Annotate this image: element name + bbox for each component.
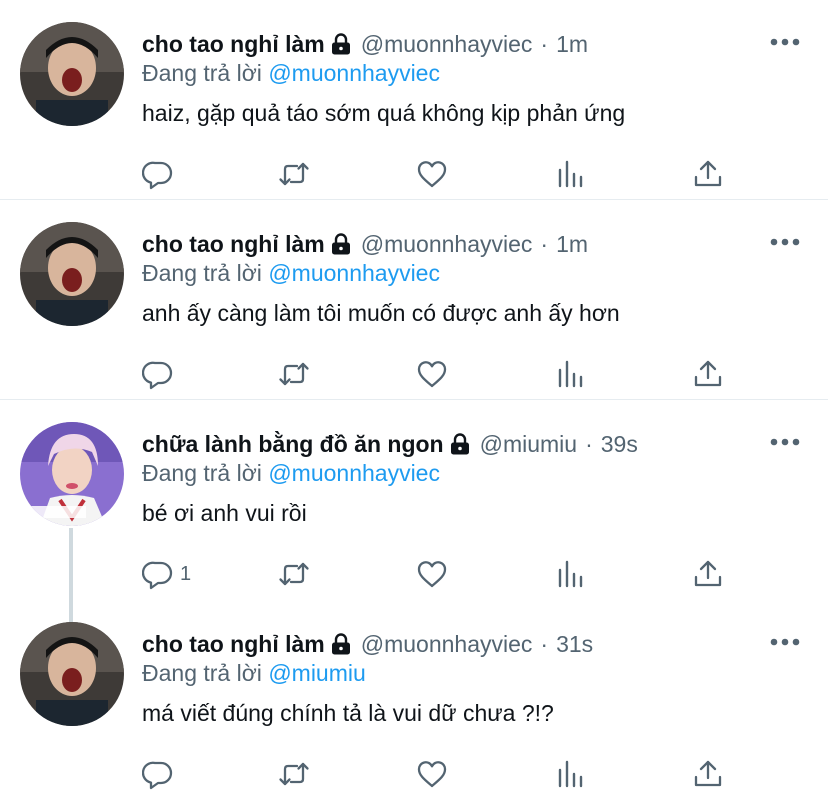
- more-horizontal-icon[interactable]: [770, 236, 800, 248]
- heart-icon: [416, 758, 448, 790]
- tweet-item[interactable]: cho tao nghỉ làm @muonnhayviec · 1m Đang…: [0, 0, 828, 200]
- replying-to-mention[interactable]: @muonnhayviec: [268, 460, 440, 486]
- timestamp[interactable]: 39s: [601, 431, 638, 458]
- avatar[interactable]: [20, 22, 124, 126]
- analytics-bars-icon: [554, 158, 586, 190]
- retweet-icon: [278, 558, 310, 590]
- avatar[interactable]: [20, 622, 124, 726]
- retweet-button[interactable]: [278, 354, 310, 394]
- lock-icon: [450, 433, 470, 455]
- tweet-text: anh ấy càng làm tôi muốn có được anh ấy …: [142, 300, 620, 326]
- avatar[interactable]: [20, 422, 124, 526]
- user-handle[interactable]: @muonnhayviec: [361, 231, 533, 258]
- more-horizontal-icon[interactable]: [770, 36, 800, 48]
- share-upload-icon: [692, 358, 724, 390]
- replying-to-mention[interactable]: @miumiu: [268, 660, 365, 686]
- analytics-button[interactable]: [554, 354, 586, 394]
- share-button[interactable]: [692, 554, 724, 594]
- retweet-icon: [278, 758, 310, 790]
- analytics-bars-icon: [554, 558, 586, 590]
- analytics-bars-icon: [554, 758, 586, 790]
- tweet-text: bé ơi anh vui rồi: [142, 500, 307, 526]
- retweet-button[interactable]: [278, 154, 310, 194]
- tweet-item[interactable]: chữa lành bằng đồ ăn ngon @miumiu · 39s …: [0, 400, 828, 600]
- replying-to-mention[interactable]: @muonnhayviec: [268, 60, 440, 86]
- display-name[interactable]: cho tao nghỉ làm: [142, 31, 325, 58]
- share-button[interactable]: [692, 154, 724, 194]
- heart-icon: [416, 358, 448, 390]
- reply-bubble-icon: [142, 358, 174, 390]
- tweet-header: chữa lành bằng đồ ăn ngon @miumiu · 39s: [142, 426, 638, 462]
- timestamp[interactable]: 31s: [556, 631, 593, 658]
- reply-bubble-icon: [142, 558, 174, 590]
- analytics-button[interactable]: [554, 754, 586, 794]
- tweet-text: má viết đúng chính tả là vui dữ chưa ?!?: [142, 700, 554, 726]
- replying-to: Đang trả lời @muonnhayviec: [142, 460, 440, 487]
- display-name[interactable]: chữa lành bằng đồ ăn ngon: [142, 431, 444, 458]
- replying-to-mention[interactable]: @muonnhayviec: [268, 260, 440, 286]
- separator-dot: ·: [540, 630, 549, 657]
- analytics-button[interactable]: [554, 554, 586, 594]
- user-handle[interactable]: @muonnhayviec: [361, 631, 533, 658]
- analytics-bars-icon: [554, 358, 586, 390]
- separator-dot: ·: [540, 230, 549, 257]
- more-horizontal-icon[interactable]: [770, 436, 800, 448]
- tweet-actions: [142, 354, 742, 394]
- like-button[interactable]: [416, 354, 448, 394]
- tweet-item[interactable]: cho tao nghỉ làm @muonnhayviec · 31s Đan…: [0, 600, 828, 796]
- retweet-icon: [278, 358, 310, 390]
- display-name[interactable]: cho tao nghỉ làm: [142, 631, 325, 658]
- tweet-actions: [142, 754, 742, 794]
- reply-button[interactable]: 1: [142, 554, 191, 594]
- tweet-header: cho tao nghỉ làm @muonnhayviec · 1m: [142, 26, 588, 62]
- replying-to: Đang trả lời @miumiu: [142, 660, 366, 687]
- like-button[interactable]: [416, 154, 448, 194]
- timestamp[interactable]: 1m: [556, 231, 588, 258]
- reply-button[interactable]: [142, 754, 180, 794]
- share-button[interactable]: [692, 754, 724, 794]
- like-button[interactable]: [416, 754, 448, 794]
- reply-button[interactable]: [142, 354, 180, 394]
- user-handle[interactable]: @muonnhayviec: [361, 31, 533, 58]
- tweet-item[interactable]: cho tao nghỉ làm @muonnhayviec · 1m Đang…: [0, 200, 828, 400]
- lock-icon: [331, 633, 351, 655]
- display-name[interactable]: cho tao nghỉ làm: [142, 231, 325, 258]
- reply-count: 1: [180, 562, 192, 585]
- share-upload-icon: [692, 758, 724, 790]
- share-upload-icon: [692, 158, 724, 190]
- tweet-actions: 1: [142, 554, 742, 594]
- retweet-icon: [278, 158, 310, 190]
- reply-bubble-icon: [142, 158, 174, 190]
- timestamp[interactable]: 1m: [556, 31, 588, 58]
- lock-icon: [331, 233, 351, 255]
- replying-to: Đang trả lời @muonnhayviec: [142, 260, 440, 287]
- user-handle[interactable]: @miumiu: [480, 431, 577, 458]
- tweet-text: haiz, gặp quả táo sớm quá không kịp phản…: [142, 100, 626, 126]
- share-button[interactable]: [692, 354, 724, 394]
- retweet-button[interactable]: [278, 754, 310, 794]
- lock-icon: [331, 33, 351, 55]
- replying-to-label: Đang trả lời: [142, 260, 269, 286]
- tweet-actions: [142, 154, 742, 194]
- avatar[interactable]: [20, 222, 124, 326]
- share-upload-icon: [692, 558, 724, 590]
- replying-to-label: Đang trả lời: [142, 660, 269, 686]
- replying-to: Đang trả lời @muonnhayviec: [142, 60, 440, 87]
- replying-to-label: Đang trả lời: [142, 60, 269, 86]
- heart-icon: [416, 158, 448, 190]
- separator-dot: ·: [585, 430, 593, 457]
- tweet-header: cho tao nghỉ làm @muonnhayviec · 1m: [142, 226, 588, 262]
- more-horizontal-icon[interactable]: [770, 636, 800, 648]
- reply-bubble-icon: [142, 758, 174, 790]
- tweet-header: cho tao nghỉ làm @muonnhayviec · 31s: [142, 626, 593, 662]
- analytics-button[interactable]: [554, 154, 586, 194]
- heart-icon: [416, 558, 448, 590]
- reply-button[interactable]: [142, 154, 180, 194]
- separator-dot: ·: [540, 30, 549, 57]
- retweet-button[interactable]: [278, 554, 310, 594]
- like-button[interactable]: [416, 554, 448, 594]
- replying-to-label: Đang trả lời: [142, 460, 269, 486]
